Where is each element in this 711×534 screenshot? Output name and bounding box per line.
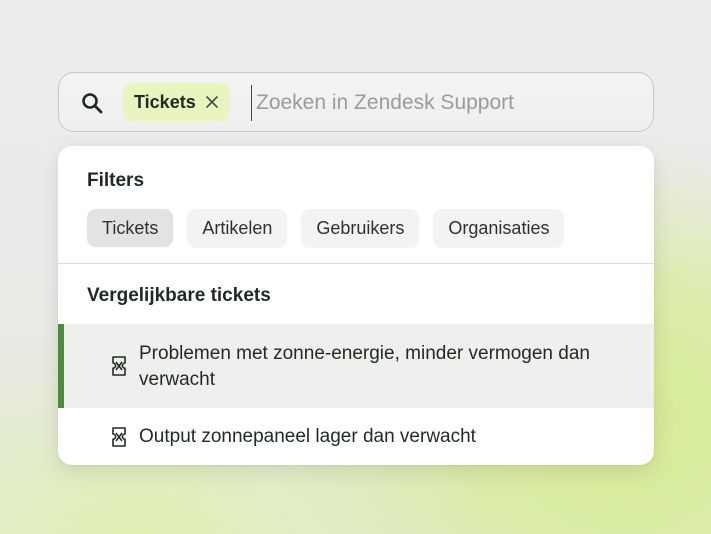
filter-users-button[interactable]: Gebruikers <box>301 209 420 247</box>
ticket-icon <box>112 427 126 447</box>
filter-tickets-button[interactable]: Tickets <box>87 209 174 247</box>
ticket-result-item[interactable]: Problemen met zonne-energie, minder verm… <box>58 324 654 408</box>
search-input[interactable] <box>251 85 646 121</box>
divider <box>58 263 654 264</box>
similar-tickets-title: Vergelijkbare tickets <box>87 285 271 306</box>
search-icon[interactable] <box>80 91 104 115</box>
filters-title: Filters <box>87 170 145 191</box>
filter-articles-button[interactable]: Artikelen <box>187 209 288 247</box>
ticket-result-item[interactable]: Output zonnepaneel lager dan verwacht <box>58 408 654 465</box>
chip-label: Tickets <box>134 91 196 112</box>
search-bar[interactable]: Tickets <box>58 72 654 132</box>
filter-row: Tickets Artikelen Gebruikers Organisatie… <box>87 209 565 247</box>
selection-indicator <box>58 324 64 408</box>
search-dropdown: Filters Tickets Artikelen Gebruikers Org… <box>58 146 654 465</box>
close-icon[interactable] <box>205 95 219 109</box>
filter-organizations-button[interactable]: Organisaties <box>433 209 565 247</box>
ticket-filter-chip[interactable]: Tickets <box>123 83 230 121</box>
ticket-result-text: Output zonnepaneel lager dan verwacht <box>139 426 476 447</box>
ticket-icon <box>112 356 126 376</box>
ticket-result-text: Problemen met zonne-energie, minder verm… <box>139 343 590 390</box>
